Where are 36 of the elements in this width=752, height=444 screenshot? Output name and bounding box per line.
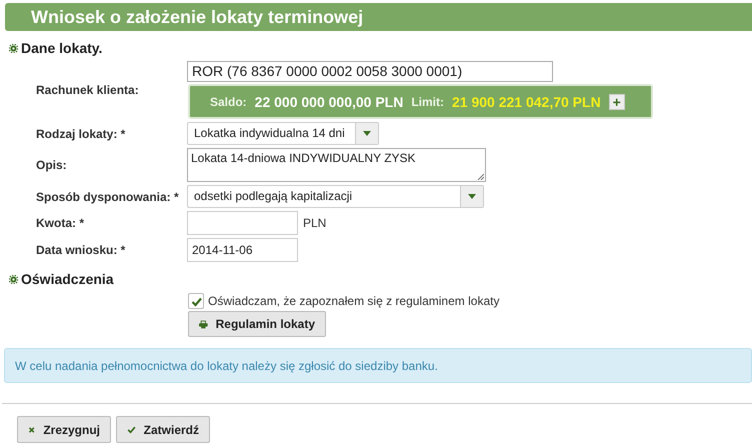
section-title: Dane lokaty.	[21, 40, 102, 56]
window-title: Wniosek o założenie lokaty terminowej	[5, 3, 752, 31]
printer-icon	[199, 320, 208, 328]
dropdown[interactable]: Lokatka indywidualna 14 dni	[187, 122, 379, 145]
field-label: Kwota: *	[36, 216, 85, 230]
field-label: Sposób dysponowania: *	[36, 190, 180, 204]
confirm-button[interactable]: Zatwierdź	[116, 416, 210, 443]
gear-icon	[9, 44, 18, 52]
check-icon	[190, 296, 202, 306]
checkbox-label: Oświadczam, że zapoznałem się z regulaminem lokaty	[208, 294, 500, 308]
input-field[interactable]: 2014-11-06	[187, 238, 298, 262]
regulations-button[interactable]: Regulamin lokaty	[188, 311, 326, 337]
field-label: Rodzaj lokaty: *	[36, 126, 126, 140]
dropdown[interactable]: odsetki podlegają kapitalizacji	[187, 185, 484, 208]
currency-label: PLN	[303, 216, 326, 230]
limit-label: Limit:	[411, 94, 444, 108]
expand-button[interactable]: +	[608, 94, 625, 110]
caret-icon	[363, 131, 371, 136]
input-field[interactable]	[187, 211, 298, 235]
close-icon	[28, 424, 36, 434]
info-message: W celu nadania pełnomocnictwa do lokaty należy się zgłosić do siedziby banku.	[4, 348, 752, 383]
check-icon	[127, 424, 136, 435]
field-label: Rachunek klienta:	[36, 83, 140, 97]
gear-icon	[9, 274, 18, 284]
resize-grip-icon	[477, 173, 484, 180]
balance-label: Saldo:	[210, 94, 247, 108]
section-title: Oświadczenia	[21, 271, 114, 287]
balance-value: 22 000 000 000,00 PLN	[254, 94, 404, 110]
account-field[interactable]: ROR (76 8367 0000 0002 0058 3000 0001)	[187, 61, 553, 82]
caret-icon	[468, 194, 476, 199]
field-label: Data wniosku: *	[36, 243, 126, 257]
checkbox[interactable]	[188, 293, 204, 309]
limit-value: 21 900 221 042,70 PLN	[452, 94, 601, 110]
field-label: Opis:	[36, 158, 68, 172]
text-area[interactable]: Lokata 14-dniowa INDYWIDUALNY ZYSK	[187, 148, 486, 182]
cancel-button[interactable]: Zrezygnuj	[17, 416, 111, 443]
